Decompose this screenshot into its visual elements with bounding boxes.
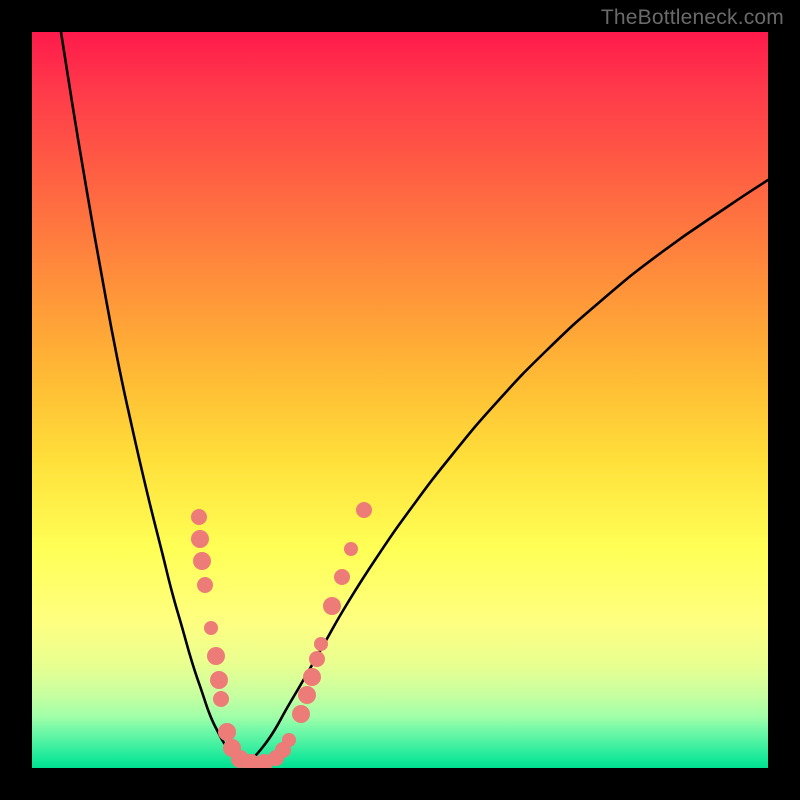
- plot-area: [32, 32, 768, 768]
- watermark-text: TheBottleneck.com: [601, 6, 784, 30]
- outer-frame: TheBottleneck.com: [0, 0, 800, 800]
- gradient-background: [32, 32, 768, 768]
